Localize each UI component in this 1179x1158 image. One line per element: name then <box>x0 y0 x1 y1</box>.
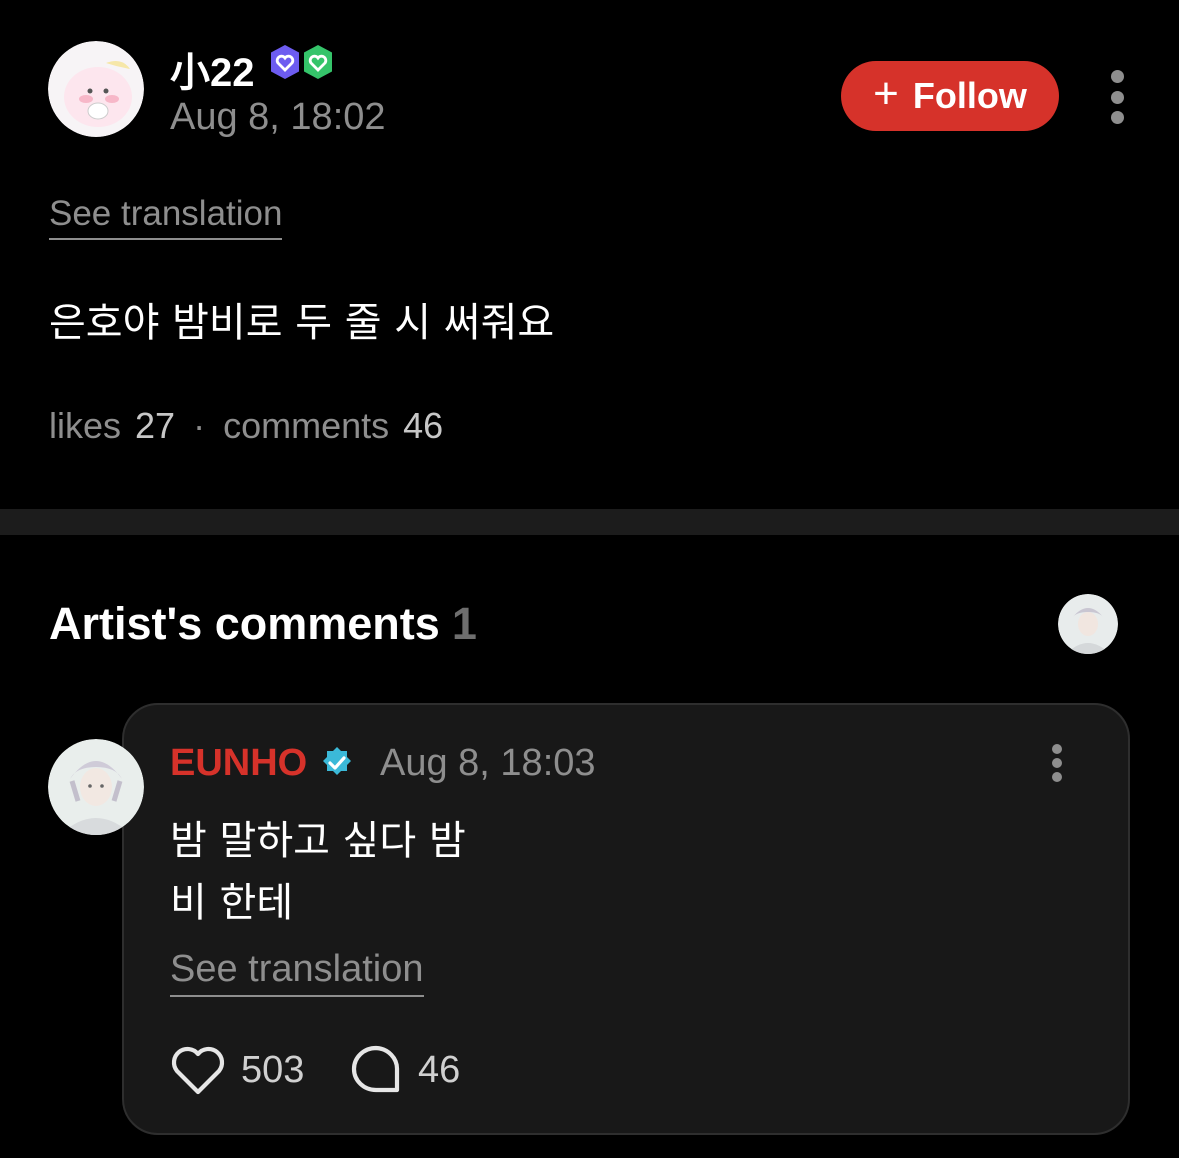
follow-button[interactable]: + Follow <box>841 61 1059 131</box>
author-badges <box>268 43 336 81</box>
artist-comments-title: Artist's comments <box>49 598 440 649</box>
post-author-name[interactable]: 小22 <box>170 40 255 98</box>
plus-icon: + <box>873 69 899 118</box>
purple-heart-badge-icon <box>271 45 299 79</box>
follow-button-label: Follow <box>912 75 1027 116</box>
comment-text-line: 밤 말하고 싶다 밤 <box>170 818 466 864</box>
post-stats: likes 27 · comments 46 <box>49 405 443 447</box>
post-author-avatar[interactable] <box>48 41 144 137</box>
post-timestamp: Aug 8, 18:02 <box>170 96 386 138</box>
green-heart-badge-icon <box>304 45 332 79</box>
comment-text-line: 비 한테 <box>170 880 294 926</box>
comment-author-avatar[interactable] <box>48 739 144 835</box>
likes-count: 27 <box>135 405 176 446</box>
comments-label: comments <box>223 405 390 446</box>
comment-more-options-icon[interactable] <box>1052 744 1066 782</box>
likes-label: likes <box>49 405 122 446</box>
heart-icon[interactable] <box>170 1044 226 1096</box>
verified-badge-icon <box>319 745 355 781</box>
section-divider <box>0 509 1179 535</box>
post-more-options-icon[interactable] <box>1111 70 1126 124</box>
stats-separator: · <box>193 405 206 446</box>
comment-see-translation-link[interactable]: See translation <box>170 948 424 997</box>
artist-comments-count: 1 <box>451 598 477 649</box>
comment-reply-count: 46 <box>418 1049 461 1091</box>
comment-timestamp: Aug 8, 18:03 <box>380 742 596 784</box>
post-body-text: 은호야 밤비로 두 줄 시 써줘요 <box>49 300 555 346</box>
comments-count: 46 <box>403 405 444 446</box>
reply-bubble-icon[interactable] <box>349 1044 403 1096</box>
comment-like-count: 503 <box>241 1049 305 1091</box>
artist-comments-heading: Artist's comments 1 <box>49 598 477 650</box>
artist-mini-avatar[interactable] <box>1058 594 1118 654</box>
comment-author-name[interactable]: EUNHO <box>170 742 307 785</box>
post-see-translation-link[interactable]: See translation <box>49 194 283 240</box>
